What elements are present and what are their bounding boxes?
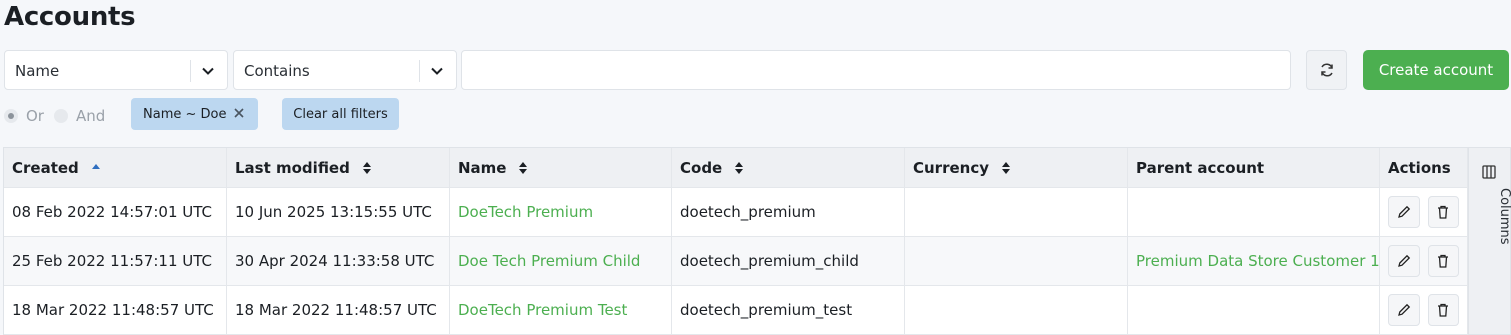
cell-actions	[1380, 286, 1468, 334]
parent-account-link[interactable]	[1128, 286, 1380, 334]
sort-icon	[735, 161, 744, 174]
cell-code: doetech_premium_test	[672, 286, 905, 334]
account-name-link[interactable]: DoeTech Premium	[450, 188, 672, 236]
logic-and-radio[interactable]: And	[54, 107, 105, 125]
column-label: Parent account	[1136, 158, 1265, 177]
column-header-parent-account: Parent account	[1128, 148, 1380, 187]
delete-button[interactable]	[1427, 196, 1459, 228]
column-header-created[interactable]: Created	[4, 148, 227, 187]
cell-actions	[1380, 237, 1468, 285]
page-title: Accounts	[4, 2, 136, 32]
close-icon[interactable]	[232, 106, 246, 120]
column-label: Name	[458, 158, 507, 177]
column-label: Created	[12, 158, 79, 177]
pencil-icon	[1397, 205, 1410, 218]
refresh-button[interactable]	[1306, 50, 1347, 90]
sort-icon	[519, 161, 528, 174]
column-header-code[interactable]: Code	[672, 148, 905, 187]
filter-operator-value: Contains	[244, 62, 310, 80]
accounts-table: Created Last modified Name Code Currency…	[3, 147, 1469, 335]
pencil-icon	[1397, 254, 1410, 267]
cell-created: 18 Mar 2022 11:48:57 UTC	[4, 286, 227, 334]
edit-button[interactable]	[1388, 294, 1420, 326]
refresh-icon	[1320, 63, 1333, 77]
column-header-actions: Actions	[1380, 148, 1468, 187]
column-header-last-modified[interactable]: Last modified	[227, 148, 450, 187]
table-header-row: Created Last modified Name Code Currency…	[4, 148, 1468, 188]
cell-actions	[1380, 188, 1468, 236]
column-label: Last modified	[235, 158, 350, 177]
filter-value-input[interactable]	[461, 50, 1291, 90]
filter-field-select[interactable]: Name	[4, 50, 228, 90]
delete-button[interactable]	[1427, 245, 1459, 277]
cell-created: 25 Feb 2022 11:57:11 UTC	[4, 237, 227, 285]
cell-last-modified: 18 Mar 2022 11:48:57 UTC	[227, 286, 450, 334]
table-row: 18 Mar 2022 11:48:57 UTC 18 Mar 2022 11:…	[4, 286, 1468, 335]
cell-last-modified: 30 Apr 2024 11:33:58 UTC	[227, 237, 450, 285]
edit-button[interactable]	[1388, 196, 1420, 228]
radio-selected-icon	[4, 109, 18, 123]
parent-account-link[interactable]: Premium Data Store Customer 1	[1128, 237, 1380, 285]
cell-code: doetech_premium	[672, 188, 905, 236]
select-divider	[190, 60, 191, 82]
cell-currency	[905, 188, 1128, 236]
radio-unselected-icon	[54, 109, 68, 123]
columns-panel-label: Columns	[1497, 188, 1511, 245]
column-label: Actions	[1388, 158, 1451, 177]
pencil-icon	[1397, 303, 1410, 316]
filter-field-value: Name	[15, 62, 60, 80]
sort-icon	[362, 161, 371, 174]
column-header-currency[interactable]: Currency	[905, 148, 1128, 187]
columns-icon	[1482, 165, 1496, 179]
clear-filters-button[interactable]: Clear all filters	[282, 98, 399, 130]
sort-icon	[1002, 161, 1011, 174]
cell-created: 08 Feb 2022 14:57:01 UTC	[4, 188, 227, 236]
trash-icon	[1438, 303, 1449, 317]
parent-account-link[interactable]	[1128, 188, 1380, 236]
trash-icon	[1438, 254, 1449, 268]
table-row: 25 Feb 2022 11:57:11 UTC 30 Apr 2024 11:…	[4, 237, 1468, 286]
account-name-link[interactable]: DoeTech Premium Test	[450, 286, 672, 334]
column-label: Code	[680, 158, 723, 177]
column-label: Currency	[913, 158, 990, 177]
create-account-button[interactable]: Create account	[1363, 50, 1509, 90]
logic-and-label: And	[76, 107, 106, 125]
edit-button[interactable]	[1388, 245, 1420, 277]
chevron-down-icon	[202, 67, 214, 75]
trash-icon	[1438, 205, 1449, 219]
cell-code: doetech_premium_child	[672, 237, 905, 285]
account-name-link[interactable]: Doe Tech Premium Child	[450, 237, 672, 285]
columns-panel-toggle[interactable]: Columns	[1469, 147, 1511, 335]
filter-operator-select[interactable]: Contains	[233, 50, 457, 90]
table-row: 08 Feb 2022 14:57:01 UTC 10 Jun 2025 13:…	[4, 188, 1468, 237]
chevron-down-icon	[431, 67, 443, 75]
sort-ascending-icon	[91, 163, 100, 169]
logic-or-radio[interactable]: Or	[4, 107, 44, 125]
select-divider	[419, 60, 420, 82]
cell-currency	[905, 286, 1128, 334]
cell-last-modified: 10 Jun 2025 13:15:55 UTC	[227, 188, 450, 236]
delete-button[interactable]	[1427, 294, 1459, 326]
filter-chip: Name ~ Doe	[131, 98, 258, 130]
filter-chip-label: Name ~ Doe	[143, 106, 227, 122]
logic-or-label: Or	[26, 107, 44, 125]
column-header-name[interactable]: Name	[450, 148, 672, 187]
cell-currency	[905, 237, 1128, 285]
